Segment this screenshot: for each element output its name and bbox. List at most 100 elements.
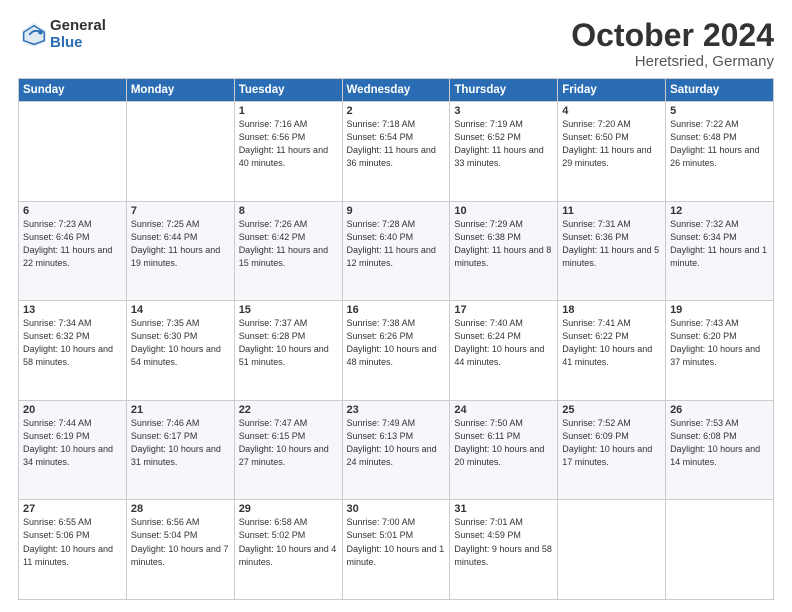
day-detail: Sunrise: 7:31 AMSunset: 6:36 PMDaylight:… [562, 218, 661, 270]
day-cell-0-0 [19, 102, 127, 202]
day-number: 27 [23, 503, 122, 515]
week-row-1: 1Sunrise: 7:16 AMSunset: 6:56 PMDaylight… [19, 102, 774, 202]
logo-text: General Blue [50, 18, 106, 51]
calendar-table: Sunday Monday Tuesday Wednesday Thursday… [18, 78, 774, 600]
day-cell-3-1: 21Sunrise: 7:46 AMSunset: 6:17 PMDayligh… [126, 400, 234, 500]
day-cell-1-1: 7Sunrise: 7:25 AMSunset: 6:44 PMDaylight… [126, 201, 234, 301]
day-detail: Sunrise: 7:35 AMSunset: 6:30 PMDaylight:… [131, 317, 230, 369]
title-location: Heretsried, Germany [571, 53, 774, 70]
header-wednesday: Wednesday [342, 79, 450, 102]
day-number: 25 [562, 404, 661, 416]
day-number: 8 [239, 205, 338, 217]
day-detail: Sunrise: 7:44 AMSunset: 6:19 PMDaylight:… [23, 417, 122, 469]
week-row-5: 27Sunrise: 6:55 AMSunset: 5:06 PMDayligh… [19, 500, 774, 600]
day-cell-0-2: 1Sunrise: 7:16 AMSunset: 6:56 PMDaylight… [234, 102, 342, 202]
header-row: Sunday Monday Tuesday Wednesday Thursday… [19, 79, 774, 102]
day-number: 22 [239, 404, 338, 416]
day-detail: Sunrise: 7:26 AMSunset: 6:42 PMDaylight:… [239, 218, 338, 270]
day-number: 20 [23, 404, 122, 416]
day-cell-2-4: 17Sunrise: 7:40 AMSunset: 6:24 PMDayligh… [450, 301, 558, 401]
header-friday: Friday [558, 79, 666, 102]
day-detail: Sunrise: 7:38 AMSunset: 6:26 PMDaylight:… [347, 317, 446, 369]
day-cell-3-0: 20Sunrise: 7:44 AMSunset: 6:19 PMDayligh… [19, 400, 127, 500]
day-detail: Sunrise: 7:18 AMSunset: 6:54 PMDaylight:… [347, 118, 446, 170]
header-saturday: Saturday [666, 79, 774, 102]
day-detail: Sunrise: 7:28 AMSunset: 6:40 PMDaylight:… [347, 218, 446, 270]
day-number: 3 [454, 105, 553, 117]
day-number: 28 [131, 503, 230, 515]
page: General Blue October 2024 Heretsried, Ge… [0, 0, 792, 612]
day-detail: Sunrise: 7:50 AMSunset: 6:11 PMDaylight:… [454, 417, 553, 469]
day-detail: Sunrise: 7:53 AMSunset: 6:08 PMDaylight:… [670, 417, 769, 469]
day-detail: Sunrise: 7:01 AMSunset: 4:59 PMDaylight:… [454, 516, 553, 568]
day-number: 23 [347, 404, 446, 416]
week-row-3: 13Sunrise: 7:34 AMSunset: 6:32 PMDayligh… [19, 301, 774, 401]
day-cell-0-6: 5Sunrise: 7:22 AMSunset: 6:48 PMDaylight… [666, 102, 774, 202]
day-number: 31 [454, 503, 553, 515]
day-cell-2-0: 13Sunrise: 7:34 AMSunset: 6:32 PMDayligh… [19, 301, 127, 401]
header-tuesday: Tuesday [234, 79, 342, 102]
day-detail: Sunrise: 7:25 AMSunset: 6:44 PMDaylight:… [131, 218, 230, 270]
day-cell-4-3: 30Sunrise: 7:00 AMSunset: 5:01 PMDayligh… [342, 500, 450, 600]
day-number: 24 [454, 404, 553, 416]
week-row-2: 6Sunrise: 7:23 AMSunset: 6:46 PMDaylight… [19, 201, 774, 301]
week-row-4: 20Sunrise: 7:44 AMSunset: 6:19 PMDayligh… [19, 400, 774, 500]
day-detail: Sunrise: 7:41 AMSunset: 6:22 PMDaylight:… [562, 317, 661, 369]
title-month: October 2024 [571, 18, 774, 53]
day-cell-3-5: 25Sunrise: 7:52 AMSunset: 6:09 PMDayligh… [558, 400, 666, 500]
day-detail: Sunrise: 7:22 AMSunset: 6:48 PMDaylight:… [670, 118, 769, 170]
day-cell-3-4: 24Sunrise: 7:50 AMSunset: 6:11 PMDayligh… [450, 400, 558, 500]
day-number: 6 [23, 205, 122, 217]
day-number: 19 [670, 304, 769, 316]
day-detail: Sunrise: 7:34 AMSunset: 6:32 PMDaylight:… [23, 317, 122, 369]
day-cell-2-1: 14Sunrise: 7:35 AMSunset: 6:30 PMDayligh… [126, 301, 234, 401]
day-detail: Sunrise: 7:19 AMSunset: 6:52 PMDaylight:… [454, 118, 553, 170]
day-detail: Sunrise: 7:16 AMSunset: 6:56 PMDaylight:… [239, 118, 338, 170]
day-cell-2-6: 19Sunrise: 7:43 AMSunset: 6:20 PMDayligh… [666, 301, 774, 401]
day-cell-4-2: 29Sunrise: 6:58 AMSunset: 5:02 PMDayligh… [234, 500, 342, 600]
day-number: 10 [454, 205, 553, 217]
logo-blue-text: Blue [50, 35, 106, 52]
day-number: 29 [239, 503, 338, 515]
day-cell-0-1 [126, 102, 234, 202]
day-number: 21 [131, 404, 230, 416]
day-number: 14 [131, 304, 230, 316]
day-cell-1-5: 11Sunrise: 7:31 AMSunset: 6:36 PMDayligh… [558, 201, 666, 301]
day-detail: Sunrise: 7:43 AMSunset: 6:20 PMDaylight:… [670, 317, 769, 369]
day-cell-4-6 [666, 500, 774, 600]
day-cell-1-2: 8Sunrise: 7:26 AMSunset: 6:42 PMDaylight… [234, 201, 342, 301]
day-cell-4-4: 31Sunrise: 7:01 AMSunset: 4:59 PMDayligh… [450, 500, 558, 600]
day-number: 1 [239, 105, 338, 117]
day-detail: Sunrise: 6:58 AMSunset: 5:02 PMDaylight:… [239, 516, 338, 568]
logo-general-text: General [50, 18, 106, 35]
day-number: 9 [347, 205, 446, 217]
day-detail: Sunrise: 7:46 AMSunset: 6:17 PMDaylight:… [131, 417, 230, 469]
day-detail: Sunrise: 7:00 AMSunset: 5:01 PMDaylight:… [347, 516, 446, 568]
title-block: October 2024 Heretsried, Germany [571, 18, 774, 70]
day-number: 18 [562, 304, 661, 316]
day-detail: Sunrise: 7:52 AMSunset: 6:09 PMDaylight:… [562, 417, 661, 469]
day-number: 17 [454, 304, 553, 316]
logo: General Blue [18, 18, 106, 51]
day-number: 4 [562, 105, 661, 117]
day-number: 2 [347, 105, 446, 117]
day-cell-0-5: 4Sunrise: 7:20 AMSunset: 6:50 PMDaylight… [558, 102, 666, 202]
day-cell-3-3: 23Sunrise: 7:49 AMSunset: 6:13 PMDayligh… [342, 400, 450, 500]
day-cell-2-5: 18Sunrise: 7:41 AMSunset: 6:22 PMDayligh… [558, 301, 666, 401]
day-detail: Sunrise: 7:40 AMSunset: 6:24 PMDaylight:… [454, 317, 553, 369]
header-monday: Monday [126, 79, 234, 102]
day-cell-1-3: 9Sunrise: 7:28 AMSunset: 6:40 PMDaylight… [342, 201, 450, 301]
day-detail: Sunrise: 7:37 AMSunset: 6:28 PMDaylight:… [239, 317, 338, 369]
day-cell-4-0: 27Sunrise: 6:55 AMSunset: 5:06 PMDayligh… [19, 500, 127, 600]
day-detail: Sunrise: 6:56 AMSunset: 5:04 PMDaylight:… [131, 516, 230, 568]
day-detail: Sunrise: 7:20 AMSunset: 6:50 PMDaylight:… [562, 118, 661, 170]
day-number: 13 [23, 304, 122, 316]
day-number: 7 [131, 205, 230, 217]
day-cell-3-2: 22Sunrise: 7:47 AMSunset: 6:15 PMDayligh… [234, 400, 342, 500]
day-number: 15 [239, 304, 338, 316]
day-detail: Sunrise: 6:55 AMSunset: 5:06 PMDaylight:… [23, 516, 122, 568]
day-detail: Sunrise: 7:49 AMSunset: 6:13 PMDaylight:… [347, 417, 446, 469]
day-cell-4-1: 28Sunrise: 6:56 AMSunset: 5:04 PMDayligh… [126, 500, 234, 600]
day-detail: Sunrise: 7:23 AMSunset: 6:46 PMDaylight:… [23, 218, 122, 270]
day-detail: Sunrise: 7:32 AMSunset: 6:34 PMDaylight:… [670, 218, 769, 270]
